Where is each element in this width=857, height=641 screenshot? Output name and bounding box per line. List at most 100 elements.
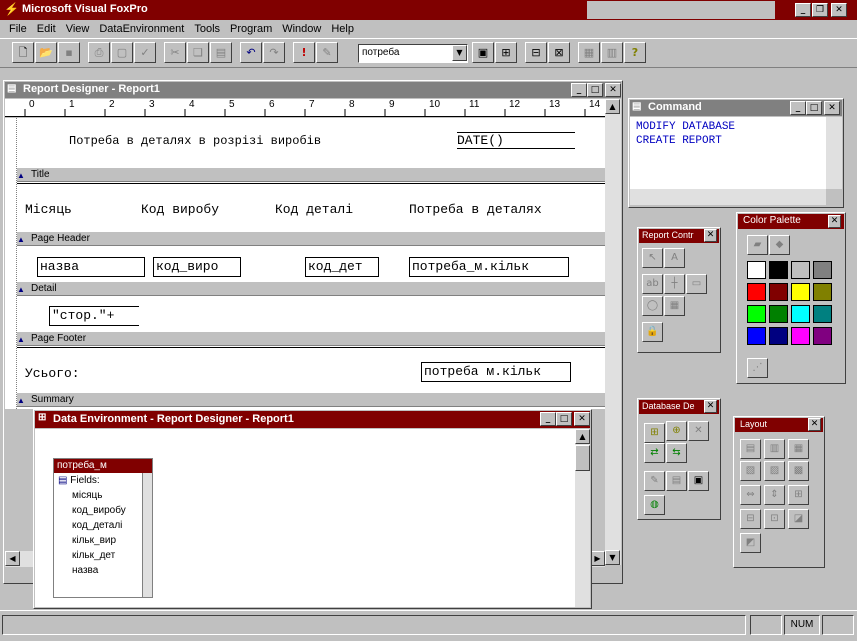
align-right-icon[interactable]: ▥ [764, 439, 785, 459]
remove-table-icon[interactable]: ✕ [688, 421, 709, 441]
summary-band[interactable]: Усього: потреба м.кільк [5, 347, 605, 392]
minimize-icon[interactable]: _ [790, 101, 806, 115]
footer-page-expr[interactable]: "стор."+ [49, 306, 139, 326]
align-horizontal-center-icon[interactable]: ▩ [788, 461, 809, 481]
label-icon[interactable]: A [664, 248, 685, 268]
report-title-label[interactable]: Потреба в деталях в розрізі виробів [69, 134, 321, 148]
title-band[interactable]: Потреба в деталях в розрізі виробів DATE… [5, 118, 605, 167]
detail-band-bar[interactable]: ▲ Detail [5, 281, 605, 296]
menu-help[interactable]: Help [326, 20, 359, 38]
close-icon[interactable]: ✕ [574, 412, 590, 426]
color-swatch[interactable] [747, 327, 766, 345]
close-icon[interactable]: ✕ [828, 215, 841, 228]
picture-icon[interactable]: ▦ [664, 296, 685, 316]
page-header-band-bar[interactable]: ▲ Page Header [5, 231, 605, 246]
button-lock-icon[interactable]: 🔒 [642, 322, 663, 342]
header-col-need[interactable]: Потреба в деталях [409, 202, 542, 217]
color-swatch[interactable] [747, 283, 766, 301]
page-footer-band-bar[interactable]: ▲ Page Footer [5, 331, 605, 346]
command-vscroll[interactable] [826, 117, 842, 189]
date-field[interactable]: DATE() [457, 132, 575, 149]
color-swatch[interactable] [769, 283, 788, 301]
menu-tools[interactable]: Tools [189, 20, 225, 38]
background-color-icon[interactable]: ◆ [769, 235, 790, 255]
line-icon[interactable]: ┼ [664, 274, 685, 294]
center-vertically-icon[interactable]: ⊡ [764, 509, 785, 529]
color-swatch[interactable] [747, 261, 766, 279]
same-size-icon[interactable]: ⊞ [788, 485, 809, 505]
paste-icon[interactable]: ▤ [210, 42, 232, 63]
align-bottom-icon[interactable]: ▧ [740, 461, 761, 481]
table-cursor-title[interactable]: потреба_м [54, 459, 152, 473]
spelling-icon[interactable]: ✓ [134, 42, 156, 63]
color-swatch[interactable] [813, 305, 832, 323]
summary-field[interactable]: потреба м.кільк [421, 362, 571, 382]
minimize-icon[interactable]: _ [571, 83, 587, 97]
color-swatch[interactable] [791, 305, 810, 323]
other-colors-icon[interactable]: ⋰ [747, 358, 768, 378]
color-swatch[interactable] [769, 305, 788, 323]
list-item[interactable]: місяць [58, 488, 152, 503]
header-col-month[interactable]: Місяць [25, 202, 72, 217]
print-preview-icon[interactable]: ▢ [111, 42, 133, 63]
close-icon[interactable]: ✕ [808, 418, 821, 431]
menu-window[interactable]: Window [277, 20, 326, 38]
scroll-down-icon[interactable]: ▼ [605, 550, 620, 565]
detail-field-detail[interactable]: код_дет [305, 257, 379, 277]
close-icon[interactable]: ✕ [704, 400, 717, 413]
maximize-icon[interactable]: □ [587, 83, 603, 97]
title-band-bar[interactable]: ▲ Title [5, 167, 605, 182]
color-swatch[interactable] [813, 261, 832, 279]
command-line[interactable]: CREATE REPORT [636, 134, 820, 148]
list-item[interactable]: код_деталі [58, 518, 152, 533]
dataenv-vscroll[interactable]: ▲ [575, 429, 590, 607]
color-swatch[interactable] [769, 261, 788, 279]
autoform-icon[interactable]: ▦ [578, 42, 600, 63]
modify-table-icon[interactable]: ✎ [644, 471, 665, 491]
detail-field-product[interactable]: код_виро [153, 257, 241, 277]
command-hscroll[interactable] [630, 189, 826, 205]
scroll-up-icon[interactable]: ▲ [605, 99, 620, 114]
detail-field-need[interactable]: потреба_м.кільк [409, 257, 569, 277]
list-item[interactable]: кільк_дет [58, 548, 152, 563]
foreground-color-icon[interactable]: ▰ [747, 235, 768, 255]
report-wizard-icon[interactable]: ⊠ [548, 42, 570, 63]
header-col-product[interactable]: Код виробу [141, 202, 219, 217]
fields-header[interactable]: ▤ Fields: [58, 473, 152, 488]
close-icon[interactable]: ✕ [831, 3, 847, 17]
color-swatch[interactable] [747, 305, 766, 323]
color-swatch[interactable] [813, 283, 832, 301]
detail-band[interactable]: назва код_виро код_дет потреба_м.кільк [5, 247, 605, 281]
save-icon[interactable]: ▪ [58, 42, 80, 63]
maximize-icon[interactable]: □ [556, 412, 572, 426]
color-swatch[interactable] [791, 261, 810, 279]
color-swatch[interactable] [791, 283, 810, 301]
align-left-icon[interactable]: ▤ [740, 439, 761, 459]
new-remote-view-icon[interactable]: ⇄ [644, 443, 665, 463]
color-swatch[interactable] [813, 327, 832, 345]
page-footer-band[interactable]: "стор."+ [5, 297, 605, 331]
scroll-left-icon[interactable]: ◀ [5, 551, 20, 566]
maximize-icon[interactable]: □ [806, 101, 822, 115]
add-table-icon[interactable]: ⊕ [666, 421, 687, 441]
table-cursor[interactable]: потреба_м ▤ Fields: місяць код_виробу ко… [53, 458, 153, 598]
color-swatch[interactable] [769, 327, 788, 345]
close-icon[interactable]: ✕ [824, 101, 840, 115]
view-window-icon[interactable]: ⊞ [495, 42, 517, 63]
minimize-icon[interactable]: _ [540, 412, 556, 426]
new-table-icon[interactable]: ⊞ [644, 423, 665, 443]
connections-icon[interactable]: ◍ [644, 495, 665, 515]
scroll-up-icon[interactable]: ▲ [575, 429, 590, 444]
scroll-thumb[interactable] [575, 445, 590, 471]
minimize-icon[interactable]: _ [795, 3, 811, 17]
browse-table-icon[interactable]: ▤ [666, 471, 687, 491]
command-line[interactable]: MODIFY DATABASE [636, 120, 820, 134]
print-icon[interactable]: ⎙ [88, 42, 110, 63]
undo-icon[interactable]: ↶ [240, 42, 262, 63]
select-objects-icon[interactable]: ↖ [642, 248, 663, 268]
command-window-icon[interactable]: ▣ [472, 42, 494, 63]
same-height-icon[interactable]: ⇕ [764, 485, 785, 505]
header-col-detail[interactable]: Код деталі [275, 202, 353, 217]
menu-view[interactable]: View [61, 20, 95, 38]
list-item[interactable]: назва [58, 563, 152, 578]
